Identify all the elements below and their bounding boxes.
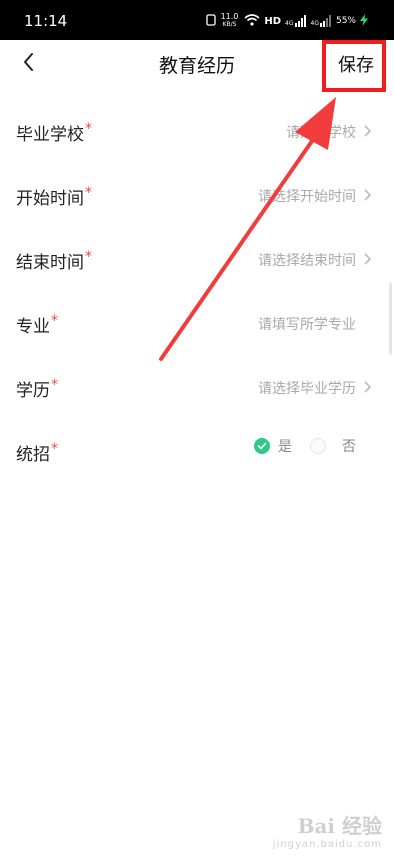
watermark-logo: Bai 经验 [297, 814, 382, 838]
degree-label: 学历* [16, 376, 58, 401]
form-row-end-time[interactable]: 结束时间* 请选择结束时间 [0, 230, 394, 294]
status-icons: 11.0 KB/S HD 4G 4G 55% [205, 13, 368, 29]
degree-label-text: 学历 [16, 381, 50, 401]
scrollbar[interactable] [389, 283, 392, 355]
degree-placeholder: 请选择毕业学历 [258, 381, 356, 397]
tongzhao-label-text: 统招 [16, 445, 50, 465]
radio-circle-icon [310, 438, 326, 454]
form-row-start-time[interactable]: 开始时间* 请选择开始时间 [0, 166, 394, 230]
signal2-label: 4G [310, 20, 319, 27]
form-row-school[interactable]: 毕业学校* 请选择学校 [0, 102, 394, 166]
school-placeholder: 请选择学校 [286, 125, 356, 141]
status-time: 11:14 [24, 12, 68, 30]
radio-no[interactable]: 否 [310, 436, 356, 456]
major-input[interactable]: 请填写所学专业 [258, 314, 356, 334]
chevron-right-icon [364, 253, 372, 265]
charging-icon [360, 13, 368, 29]
chevron-right-icon [364, 381, 372, 393]
radio-yes-label: 是 [278, 439, 292, 455]
net-speed-value: 11.0 [220, 12, 239, 21]
signal1-label: 4G [285, 20, 294, 27]
hd-badge: HD [264, 15, 282, 27]
required-mark: * [85, 249, 92, 266]
battery-percent: 55% [335, 16, 356, 26]
school-label: 毕业学校* [16, 120, 92, 145]
end-time-label-text: 结束时间 [16, 253, 84, 273]
form-row-degree[interactable]: 学历* 请选择毕业学历 [0, 358, 394, 422]
wifi-icon [244, 13, 260, 29]
start-time-label: 开始时间* [16, 184, 92, 209]
chevron-right-icon [364, 125, 372, 137]
header: 教育经历 保存 [0, 40, 394, 96]
check-icon [254, 438, 270, 454]
form-row-tongzhao: 统招* 是 否 [0, 422, 394, 486]
net-speed: 11.0 KB/S [221, 13, 239, 29]
chevron-right-icon [364, 189, 372, 201]
radio-no-label: 否 [342, 439, 356, 455]
tongzhao-label: 统招* [16, 440, 58, 465]
required-mark: * [51, 377, 58, 394]
watermark-url: jingyan.baidu.com [272, 839, 382, 850]
form-row-major[interactable]: 专业* 请填写所学专业 [0, 294, 394, 358]
school-label-text: 毕业学校 [16, 125, 84, 145]
start-time-label-text: 开始时间 [16, 189, 84, 209]
end-time-placeholder: 请选择结束时间 [258, 253, 356, 269]
phone-icon [205, 13, 217, 29]
required-mark: * [51, 441, 58, 458]
net-speed-unit: KB/S [222, 21, 237, 28]
end-time-label: 结束时间* [16, 248, 92, 273]
required-mark: * [85, 121, 92, 138]
watermark: Bai 经验 jingyan.baidu.com [273, 810, 382, 850]
major-label: 专业* [16, 312, 58, 337]
tongzhao-radio-group: 是 否 [254, 436, 356, 456]
status-bar: 11:14 11.0 KB/S HD 4G 4G 55% [0, 0, 394, 40]
major-label-text: 专业 [16, 317, 50, 337]
radio-yes[interactable]: 是 [254, 436, 292, 456]
signal-4g-icon-2: 4G [311, 15, 332, 27]
start-time-placeholder: 请选择开始时间 [258, 189, 356, 205]
save-button[interactable]: 保存 [338, 51, 374, 77]
signal-4g-icon: 4G [285, 15, 306, 27]
required-mark: * [85, 185, 92, 202]
required-mark: * [51, 313, 58, 330]
